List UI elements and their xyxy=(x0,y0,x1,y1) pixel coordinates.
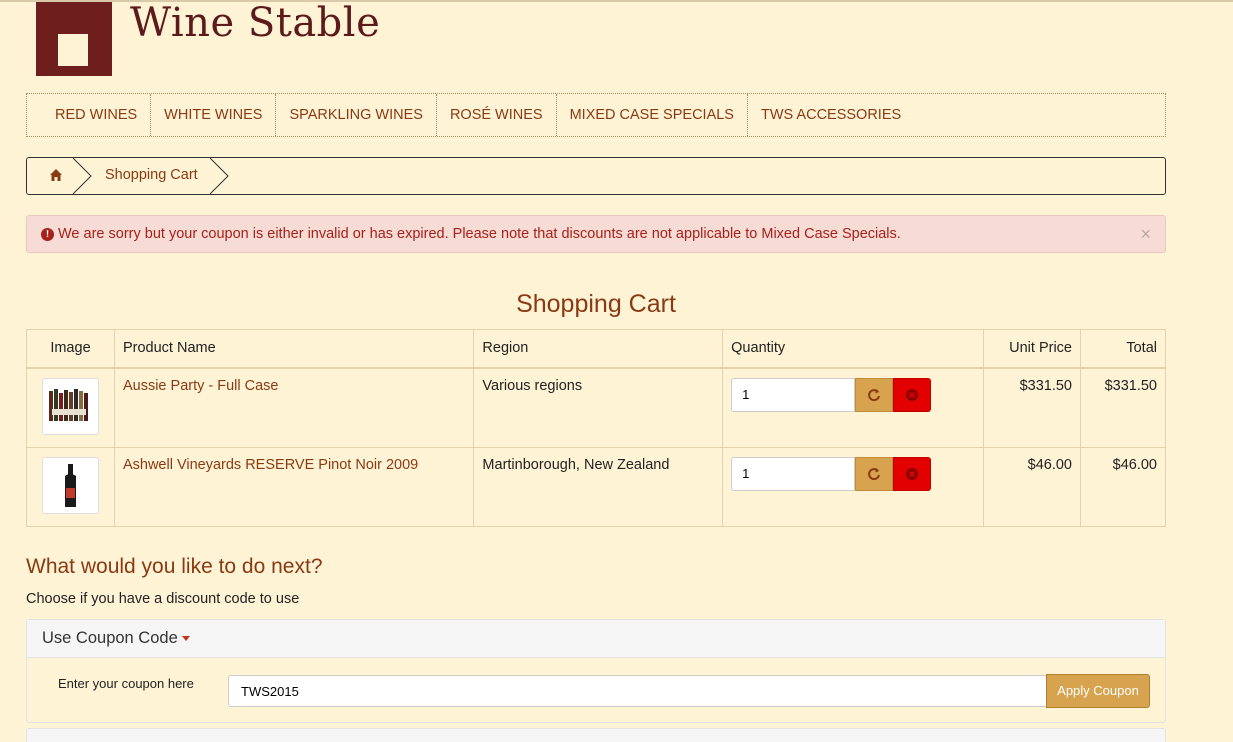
unit-price-cell: $331.50 xyxy=(983,367,1081,448)
total-cell: $46.00 xyxy=(1080,446,1166,527)
coupon-panel-title: Use Coupon Code xyxy=(42,629,178,647)
coupon-label: Enter your coupon here xyxy=(58,676,194,691)
coupon-panel: Use Coupon Code Enter your coupon here A… xyxy=(26,619,1166,723)
nav-white-wines[interactable]: WHITE WINES xyxy=(151,94,277,136)
header-total: Total xyxy=(1080,329,1166,369)
nav-red-wines[interactable]: RED WINES xyxy=(27,94,152,136)
quantity-input[interactable] xyxy=(731,456,856,491)
nav-rose-wines[interactable]: ROSÉ WINES xyxy=(437,94,557,136)
quantity-group xyxy=(731,377,932,412)
coupon-input[interactable] xyxy=(228,675,1048,707)
product-thumbnail[interactable] xyxy=(41,456,99,514)
cart-table: Image Product Name Region Quantity Unit … xyxy=(26,329,1166,527)
nav-sparkling-wines[interactable]: SPARKLING WINES xyxy=(276,94,437,136)
refresh-icon xyxy=(868,388,881,401)
table-row: Ashwell Vineyards RESERVE Pinot Noir 200… xyxy=(26,446,1166,527)
wine-bottle-icon xyxy=(64,463,76,507)
update-quantity-button[interactable] xyxy=(855,456,894,491)
total-cell: $331.50 xyxy=(1080,367,1166,448)
quantity-input[interactable] xyxy=(731,377,856,412)
nav-tws-accessories[interactable]: TWS ACCESSORIES xyxy=(748,94,914,136)
product-image-cell xyxy=(26,446,115,527)
region-cell: Martinborough, New Zealand xyxy=(473,446,724,527)
next-steps-subtitle: Choose if you have a discount code to us… xyxy=(26,591,300,607)
logo[interactable] xyxy=(36,2,112,76)
header-product-name: Product Name xyxy=(113,329,475,369)
product-name-cell: Aussie Party - Full Case xyxy=(113,367,475,448)
breadcrumb-separator-icon xyxy=(73,158,92,194)
table-row: Aussie Party - Full Case Various regions xyxy=(26,367,1166,448)
breadcrumb-current[interactable]: Shopping Cart xyxy=(105,167,198,183)
home-icon[interactable] xyxy=(49,168,63,182)
wine-case-icon xyxy=(48,388,88,421)
region-cell: Various regions xyxy=(473,367,724,448)
alert-message: We are sorry but your coupon is either i… xyxy=(58,226,901,242)
logo-mark xyxy=(58,34,88,66)
times-circle-icon xyxy=(906,388,919,401)
product-link[interactable]: Aussie Party - Full Case xyxy=(123,378,279,394)
caret-down-icon xyxy=(181,636,190,642)
header-quantity: Quantity xyxy=(722,329,985,369)
remove-item-button[interactable] xyxy=(893,456,932,491)
product-link[interactable]: Ashwell Vineyards RESERVE Pinot Noir 200… xyxy=(123,457,418,473)
times-circle-icon xyxy=(906,467,919,480)
unit-price-cell: $46.00 xyxy=(983,446,1081,527)
refresh-icon xyxy=(868,467,881,480)
header-image: Image xyxy=(26,329,115,369)
coupon-panel-toggle[interactable]: Use Coupon Code xyxy=(27,620,1165,658)
product-name-cell: Ashwell Vineyards RESERVE Pinot Noir 200… xyxy=(113,446,475,527)
table-header-row: Image Product Name Region Quantity Unit … xyxy=(26,329,1166,369)
main-nav: RED WINES WHITE WINES SPARKLING WINES RO… xyxy=(26,93,1166,137)
header-region: Region xyxy=(473,329,724,369)
breadcrumb: Shopping Cart xyxy=(26,157,1166,195)
quantity-cell xyxy=(722,446,985,527)
product-image-cell xyxy=(26,367,115,448)
update-quantity-button[interactable] xyxy=(855,377,894,412)
quantity-cell xyxy=(722,367,985,448)
breadcrumb-end-icon xyxy=(210,158,229,194)
nav-mixed-case-specials[interactable]: MIXED CASE SPECIALS xyxy=(557,94,748,136)
brand-name[interactable]: Wine Stable xyxy=(130,0,380,46)
header-unit-price: Unit Price xyxy=(983,329,1081,369)
remove-item-button[interactable] xyxy=(893,377,932,412)
exclamation-circle-icon: ! xyxy=(41,228,54,241)
close-icon[interactable]: × xyxy=(1140,224,1151,245)
quantity-group xyxy=(731,456,932,491)
next-panel-header[interactable] xyxy=(26,728,1166,742)
next-steps-title: What would you like to do next? xyxy=(26,555,323,578)
coupon-error-alert: ! We are sorry but your coupon is either… xyxy=(26,215,1166,253)
page-title: Shopping Cart xyxy=(516,290,676,318)
product-thumbnail[interactable] xyxy=(41,377,99,435)
apply-coupon-button[interactable]: Apply Coupon xyxy=(1046,674,1150,708)
